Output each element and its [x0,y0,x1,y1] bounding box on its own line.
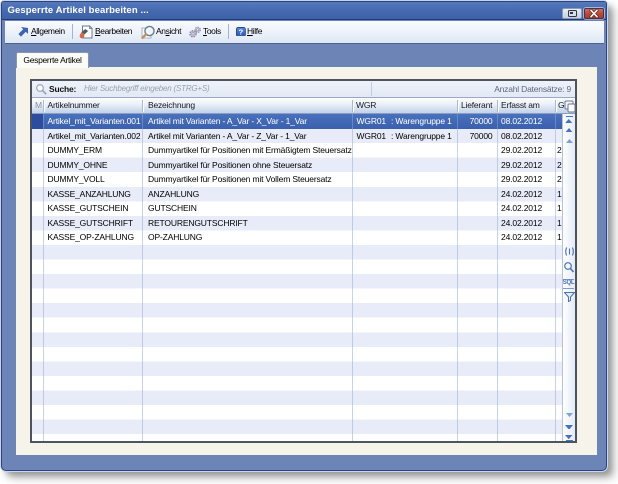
svg-text:?: ? [239,27,244,36]
